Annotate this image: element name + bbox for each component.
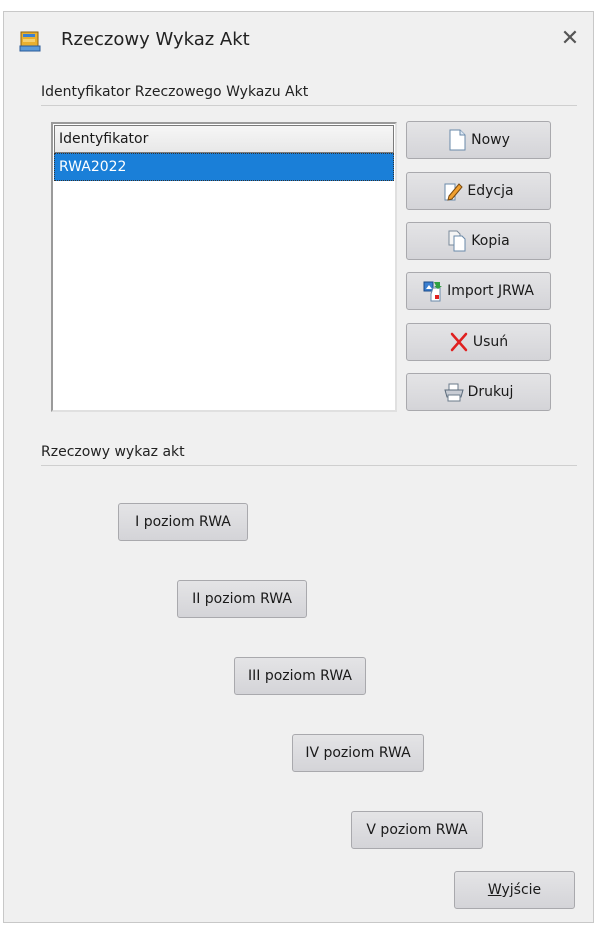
- import-icon: [423, 281, 443, 302]
- edit-button[interactable]: Edycja: [406, 172, 551, 210]
- levels-section-label: Rzeczowy wykaz akt: [41, 444, 185, 460]
- close-icon[interactable]: ✕: [557, 26, 583, 52]
- copy-document-icon: [448, 230, 466, 252]
- delete-button-label: Usuń: [472, 334, 509, 350]
- exit-button-label: yjście: [501, 882, 542, 898]
- new-button-label: Nowy: [471, 132, 510, 148]
- edit-pencil-icon: [444, 183, 464, 201]
- level-5-button[interactable]: V poziom RWA: [351, 811, 483, 849]
- print-button-label: Drukuj: [467, 384, 514, 400]
- copy-button[interactable]: Kopia: [406, 222, 551, 260]
- level-3-button[interactable]: III poziom RWA: [234, 657, 366, 695]
- window-title: Rzeczowy Wykaz Akt: [61, 29, 250, 50]
- app-book-icon: [19, 31, 41, 52]
- new-button[interactable]: Nowy: [406, 121, 551, 159]
- level-2-button[interactable]: II poziom RWA: [177, 580, 307, 618]
- import-jrwa-button[interactable]: Import JRWA: [406, 272, 551, 310]
- new-document-icon: [449, 129, 466, 151]
- identifier-section-label: Identyfikator Rzeczowego Wykazu Akt: [41, 84, 309, 100]
- identifier-section-divider: [41, 105, 577, 106]
- rwa-window: Rzeczowy Wykaz Akt ✕ Identyfikator Rzecz…: [3, 11, 594, 923]
- list-item[interactable]: RWA2022: [54, 153, 394, 181]
- levels-section-divider: [41, 465, 577, 466]
- printer-icon: [443, 383, 464, 402]
- print-button[interactable]: Drukuj: [406, 373, 551, 411]
- exit-button-mnemonic: W: [487, 882, 502, 898]
- edit-button-label: Edycja: [467, 183, 514, 199]
- identifier-listbox[interactable]: Identyfikator RWA2022: [51, 122, 397, 412]
- list-column-header[interactable]: Identyfikator: [54, 125, 394, 153]
- delete-button[interactable]: Usuń: [406, 323, 551, 361]
- title-bar: Rzeczowy Wykaz Akt ✕: [4, 12, 593, 68]
- import-jrwa-button-label: Import JRWA: [447, 283, 534, 299]
- delete-x-icon: [450, 332, 468, 352]
- level-1-button[interactable]: I poziom RWA: [118, 503, 248, 541]
- copy-button-label: Kopia: [471, 233, 510, 249]
- exit-button[interactable]: Wyjście: [454, 871, 575, 909]
- level-4-button[interactable]: IV poziom RWA: [292, 734, 424, 772]
